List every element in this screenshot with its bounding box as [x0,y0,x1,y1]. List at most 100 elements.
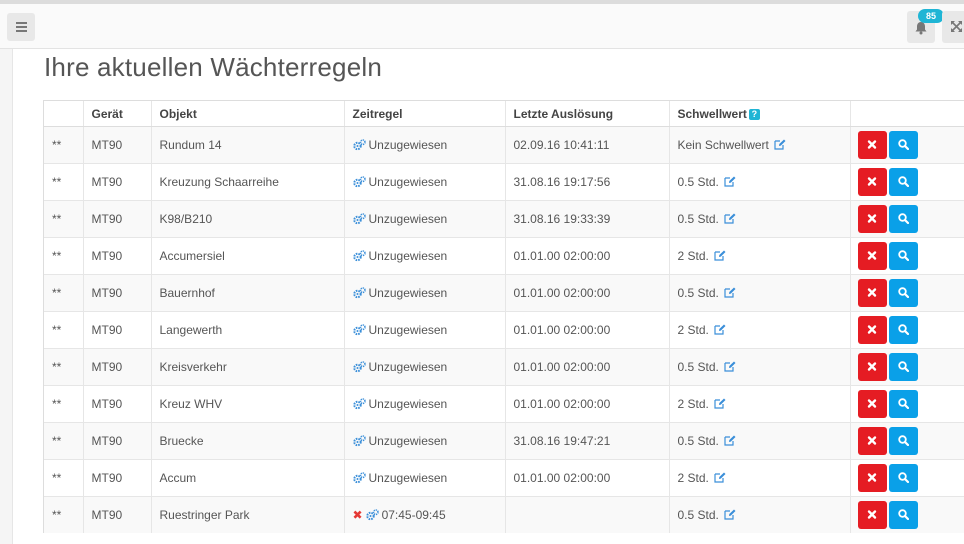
schedule-label[interactable]: Unzugewiesen [369,175,448,189]
delete-button[interactable] [857,168,887,196]
edit-icon[interactable] [774,139,786,150]
schedule-label[interactable]: Unzugewiesen [369,360,448,374]
view-button[interactable] [888,316,918,344]
row-actions [850,311,964,349]
row-schedule: Unzugewiesen [344,163,506,201]
schedule-label[interactable]: Unzugewiesen [369,249,448,263]
row-threshold: 0.5 Std. [669,274,851,312]
schedule-label[interactable]: Unzugewiesen [369,471,448,485]
hamburger-icon [16,22,27,24]
row-schedule: Unzugewiesen [344,348,506,386]
schedule-label[interactable]: Unzugewiesen [369,286,448,300]
row-last-trigger: 31.08.16 19:17:56 [505,163,670,201]
view-button[interactable] [888,390,918,418]
edit-icon[interactable] [724,213,736,224]
row-status: ** [44,311,84,349]
delete-button[interactable] [857,205,887,233]
schedule-label[interactable]: Unzugewiesen [369,138,448,152]
row-schedule: Unzugewiesen [344,422,506,460]
row-object: Langewerth [151,311,345,349]
delete-button[interactable] [857,242,887,270]
edit-icon[interactable] [714,250,726,261]
delete-button[interactable] [857,427,887,455]
row-device: MT90 [83,311,152,349]
notifications-button[interactable]: 85 [907,9,944,43]
row-status: ** [44,385,84,423]
row-last-trigger [505,496,670,533]
edit-icon[interactable] [724,176,736,187]
edit-icon[interactable] [724,361,736,372]
help-icon[interactable]: ? [748,108,760,120]
schedule-label[interactable]: Unzugewiesen [369,212,448,226]
row-device: MT90 [83,385,152,423]
schedule-label[interactable]: Unzugewiesen [369,323,448,337]
edit-icon[interactable] [714,472,726,483]
row-object: Bruecke [151,422,345,460]
edit-icon[interactable] [724,435,736,446]
schedule-label[interactable]: Unzugewiesen [369,397,448,411]
column-header-last-trigger: Letzte Auslösung [505,101,670,127]
row-object: Kreuz WHV [151,385,345,423]
row-threshold: 0.5 Std. [669,496,851,533]
delete-button[interactable] [857,353,887,381]
delete-button[interactable] [857,316,887,344]
search-icon [897,509,909,520]
search-icon [897,139,909,150]
row-actions [850,422,964,460]
fullscreen-button[interactable] [942,11,964,43]
view-button[interactable] [888,242,918,270]
menu-toggle-button[interactable] [7,13,35,41]
times-icon [867,251,876,260]
row-object: Ruestringer Park [151,496,345,533]
gears-icon [352,287,366,299]
row-status: ** [44,237,84,275]
view-button[interactable] [888,205,918,233]
search-icon [897,287,909,298]
row-device: MT90 [83,496,152,533]
threshold-value: 0.5 Std. [677,360,719,374]
close-icon[interactable]: ✖ [353,508,363,522]
delete-button[interactable] [857,390,887,418]
view-button[interactable] [888,464,918,492]
gears-icon [352,176,366,188]
hamburger-icon-bar [16,30,27,32]
schedule-label[interactable]: 07:45-09:45 [382,508,446,522]
view-button[interactable] [888,168,918,196]
delete-button[interactable] [857,464,887,492]
table-header-row: Gerät Objekt Zeitregel Letzte Auslösung … [44,101,964,127]
row-last-trigger: 01.01.00 02:00:00 [505,274,670,312]
edit-icon[interactable] [714,398,726,409]
delete-button[interactable] [857,501,887,529]
threshold-value: 0.5 Std. [677,434,719,448]
delete-button[interactable] [857,279,887,307]
row-status: ** [44,126,84,164]
search-icon [897,324,909,335]
view-button[interactable] [888,131,918,159]
row-schedule: ✖ 07:45-09:45 [344,496,506,533]
row-device: MT90 [83,422,152,460]
row-actions [850,200,964,238]
row-last-trigger: 01.01.00 02:00:00 [505,459,670,497]
row-device: MT90 [83,200,152,238]
row-actions [850,385,964,423]
threshold-value: 2 Std. [677,249,709,263]
edit-icon[interactable] [724,287,736,298]
row-actions [850,348,964,386]
table-row: ** MT90 Ruestringer Park ✖ 07:45-09:45 0.… [44,496,964,533]
view-button[interactable] [888,353,918,381]
threshold-value: 0.5 Std. [677,175,719,189]
search-icon [897,250,909,261]
table-row: ** MT90 Kreuz WHV Unzugewiesen 01.01.00 … [44,385,964,423]
view-button[interactable] [888,501,918,529]
row-threshold: 2 Std. [669,459,851,497]
edit-icon[interactable] [724,509,736,520]
schedule-label[interactable]: Unzugewiesen [369,434,448,448]
view-button[interactable] [888,279,918,307]
row-schedule: Unzugewiesen [344,459,506,497]
delete-button[interactable] [857,131,887,159]
row-threshold: 0.5 Std. [669,422,851,460]
edit-icon[interactable] [714,324,726,335]
view-button[interactable] [888,427,918,455]
notification-count-badge: 85 [918,9,944,23]
row-last-trigger: 01.01.00 02:00:00 [505,237,670,275]
